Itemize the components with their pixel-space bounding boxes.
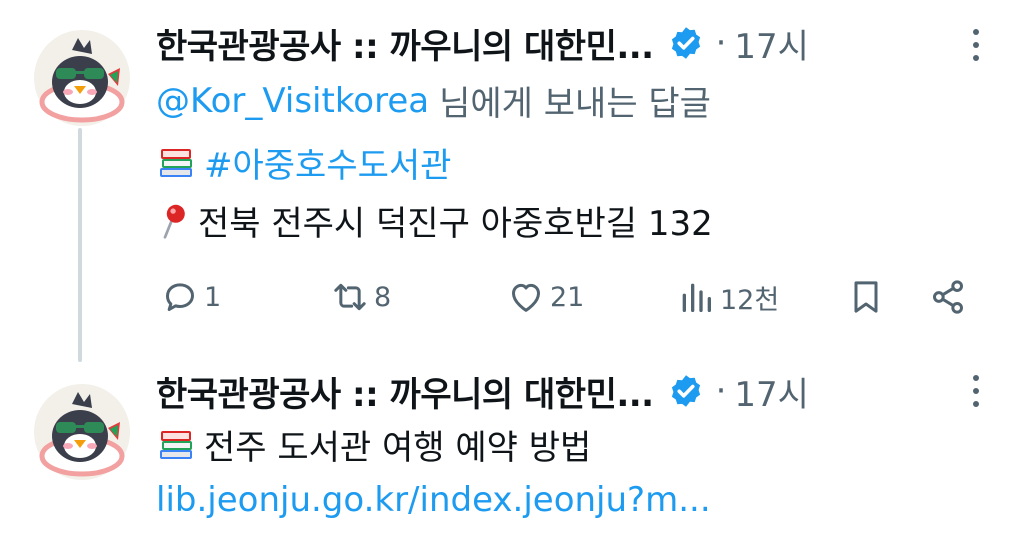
tweet-actions: 1 8 21 12천 — [0, 272, 1024, 322]
author-name[interactable]: 한국관광공사 :: 까우니의 대한민... — [156, 367, 654, 416]
retweet-count: 8 — [374, 281, 392, 313]
author-avatar[interactable] — [34, 384, 130, 480]
tweet-link-line: lib.jeonju.go.kr/index.jeonju?m... — [156, 480, 711, 520]
tweet-time[interactable]: 17시 — [734, 19, 809, 68]
separator-dot: · — [715, 23, 727, 63]
tweet-header: 한국관광공사 :: 까우니의 대한민... · 17시 — [156, 18, 809, 68]
reply-button[interactable]: 1 — [160, 272, 221, 322]
heart-icon — [512, 283, 540, 312]
tweet-2[interactable]: 한국관광공사 :: 까우니의 대한민... · 17시 전주 도서관 여행 예약… — [0, 352, 1024, 548]
bookmark-icon — [854, 281, 878, 313]
tweet-title-text: 전주 도서관 여행 예약 방법 — [204, 428, 592, 468]
retweet-button[interactable]: 8 — [330, 272, 391, 322]
address-text: 전북 전주시 덕진구 아중호반길 132 — [198, 204, 713, 244]
reply-count: 1 — [204, 281, 222, 313]
share-icon — [933, 280, 963, 314]
separator-dot: · — [715, 371, 727, 411]
tweet-text-address-line: 전북 전주시 덕진구 아중호반길 132 — [156, 196, 713, 245]
replying-to: @Kor_Visitkorea 님에게 보내는 답글 — [156, 76, 711, 125]
views-icon — [682, 283, 711, 312]
like-count: 21 — [550, 281, 585, 313]
replying-to-suffix: 님에게 보내는 답글 — [439, 84, 711, 124]
tweet-text-title-line: 전주 도서관 여행 예약 방법 — [156, 420, 591, 469]
books-emoji — [160, 148, 192, 177]
retweet-icon — [334, 283, 366, 311]
bookmark-button[interactable] — [846, 272, 886, 322]
reply-icon — [166, 283, 194, 311]
verified-badge-icon — [671, 375, 700, 407]
external-link[interactable]: lib.jeonju.go.kr/index.jeonju?m... — [156, 480, 711, 520]
share-button[interactable] — [928, 272, 968, 322]
views-button[interactable]: 12천 — [676, 272, 779, 322]
tweet-text-hashtag-line: #아중호수도서관 — [156, 138, 451, 187]
hashtag-link[interactable]: #아중호수도서관 — [204, 138, 451, 187]
like-button[interactable]: 21 — [506, 272, 584, 322]
views-count: 12천 — [720, 284, 780, 316]
books-emoji — [160, 430, 192, 459]
more-vertical-icon[interactable] — [972, 28, 980, 62]
author-name[interactable]: 한국관광공사 :: 까우니의 대한민... — [156, 19, 654, 68]
tweet-time[interactable]: 17시 — [734, 367, 809, 416]
author-avatar[interactable] — [34, 30, 130, 126]
more-vertical-icon[interactable] — [972, 374, 980, 408]
verified-badge-icon — [671, 27, 700, 59]
round-pushpin-emoji — [163, 204, 185, 239]
tweet-header: 한국관광공사 :: 까우니의 대한민... · 17시 — [156, 366, 809, 416]
tweet-1[interactable]: 한국관광공사 :: 까우니의 대한민... · 17시 @Kor_Visitko… — [0, 0, 1024, 350]
mention-link[interactable]: @Kor_Visitkorea — [156, 81, 429, 121]
